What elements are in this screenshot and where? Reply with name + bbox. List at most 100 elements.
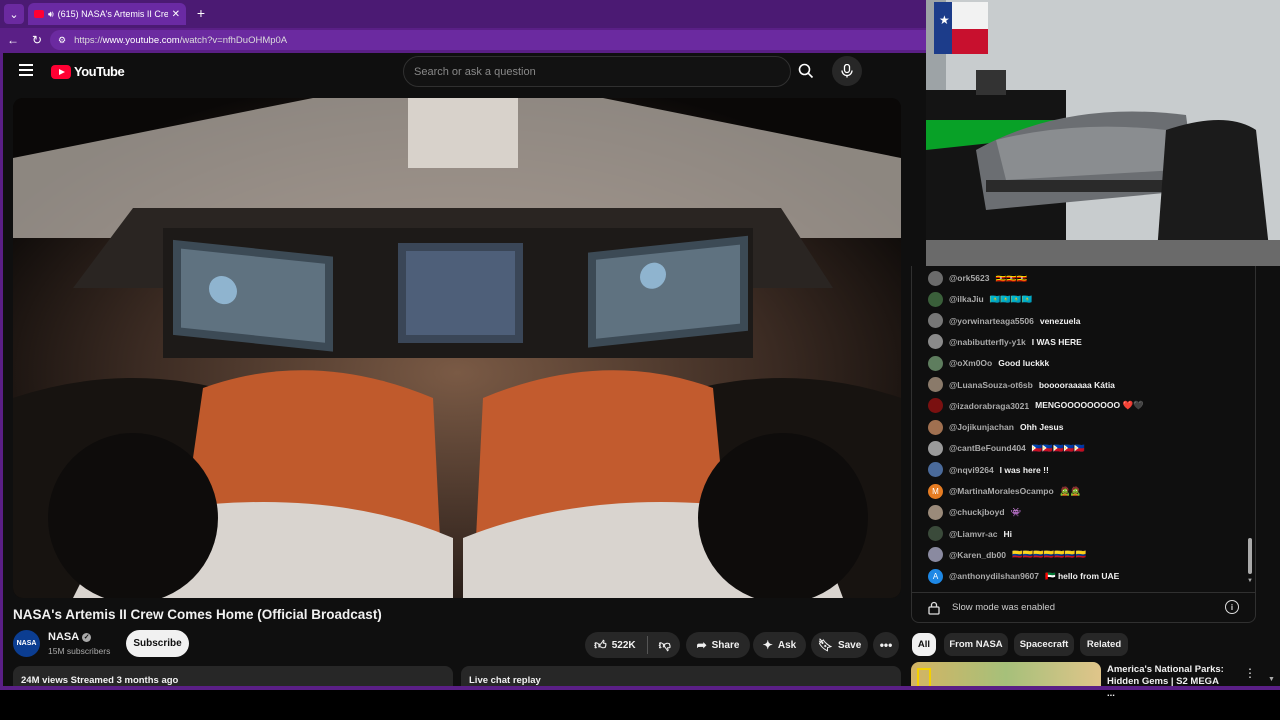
subscribe-button[interactable]: Subscribe bbox=[126, 630, 189, 657]
like-count[interactable]: 522K bbox=[612, 640, 636, 651]
video-player[interactable] bbox=[13, 98, 901, 598]
tab-title: (615) NASA's Artemis II Crew Comes Home … bbox=[57, 9, 168, 19]
site-info-icon[interactable]: ⚙︎ bbox=[58, 35, 66, 46]
chat-message-text: 🇦🇪 hello from UAE bbox=[1045, 570, 1120, 581]
more-actions-button[interactable]: ••• bbox=[873, 632, 899, 658]
chat-message[interactable]: @oXm0Oo Good luckkk bbox=[928, 355, 1049, 371]
chip-from-nasa[interactable]: From NASA bbox=[944, 633, 1008, 656]
chat-message-text: Good luckkk bbox=[998, 358, 1050, 369]
voice-search-button[interactable] bbox=[832, 56, 862, 86]
chat-author-avatar[interactable] bbox=[928, 547, 943, 563]
search-button[interactable] bbox=[793, 58, 819, 84]
hamburger-menu-icon[interactable] bbox=[19, 64, 33, 76]
chat-author-avatar[interactable] bbox=[928, 334, 943, 350]
chat-message[interactable]: @izadorabraga3021 MENGOOOOOOOOO ❤️🖤 bbox=[928, 398, 1144, 414]
microphone-icon bbox=[841, 64, 853, 78]
save-button[interactable]: 🔖︎ Save bbox=[811, 632, 868, 658]
search-input[interactable]: Search or ask a question bbox=[403, 56, 791, 87]
recommended-video-thumbnail[interactable] bbox=[911, 662, 1101, 688]
tab-bar: ⌄ 🔊︎ (615) NASA's Artemis II Crew Comes … bbox=[0, 0, 926, 28]
chat-author-name[interactable]: @Karen_db00 bbox=[949, 550, 1006, 560]
chat-scrollbar[interactable] bbox=[1248, 538, 1252, 574]
chat-author-name[interactable]: @anthonydilshan9607 bbox=[949, 571, 1039, 581]
channel-avatar[interactable]: NASA bbox=[13, 630, 40, 657]
chip-spacecraft[interactable]: Spacecraft bbox=[1014, 633, 1074, 656]
chat-author-avatar[interactable] bbox=[928, 291, 943, 307]
info-icon[interactable]: i bbox=[1225, 600, 1239, 614]
chat-author-avatar[interactable] bbox=[928, 270, 943, 286]
description-box[interactable]: 24M views Streamed 3 months ago bbox=[13, 666, 453, 687]
chat-author-name[interactable]: @Jojikunjachan bbox=[949, 422, 1014, 432]
url-field[interactable]: ⚙︎ https://www.youtube.com/watch?v=nfhDu… bbox=[50, 30, 926, 50]
chat-author-avatar[interactable] bbox=[928, 462, 943, 478]
chat-author-name[interactable]: @oXm0Oo bbox=[949, 358, 992, 368]
chat-author-avatar[interactable] bbox=[928, 398, 943, 414]
share-button[interactable]: ➦ Share bbox=[686, 632, 750, 658]
chip-all[interactable]: All bbox=[912, 633, 936, 656]
youtube-favicon-icon bbox=[34, 10, 44, 18]
tab-close-icon[interactable]: ✕ bbox=[172, 9, 180, 20]
reload-icon[interactable]: ↻ bbox=[28, 31, 46, 49]
chat-message[interactable]: @Jojikunjachan Ohh Jesus bbox=[928, 419, 1063, 435]
live-chat-replay-box[interactable]: Live chat replay bbox=[461, 666, 901, 687]
chat-author-name[interactable]: @cantBeFound404 bbox=[949, 443, 1026, 453]
ask-button[interactable]: ✦ Ask bbox=[753, 632, 806, 658]
bookmark-icon: 🔖︎ bbox=[817, 638, 833, 652]
like-divider bbox=[646, 636, 648, 654]
chat-message[interactable]: @Liamvr-ac Hi bbox=[928, 526, 1012, 542]
channel-name[interactable]: NASA ✓ bbox=[48, 631, 92, 643]
chat-message[interactable]: @Karen_db00 🇨🇴🇨🇴🇨🇴🇨🇴🇨🇴🇨🇴🇨🇴 bbox=[928, 547, 1086, 563]
like-icon[interactable]: 👍︎ bbox=[594, 638, 607, 653]
new-tab-button[interactable]: + bbox=[192, 4, 210, 22]
chat-author-name[interactable]: @ilkaJiu bbox=[949, 294, 984, 304]
sparkle-icon: ✦ bbox=[762, 638, 773, 652]
chat-author-name[interactable]: @LuanaSouza-ot6sb bbox=[949, 380, 1033, 390]
chat-scroll-down-icon[interactable]: ▼ bbox=[1247, 578, 1253, 584]
browser-window: ⌄ 🔊︎ (615) NASA's Artemis II Crew Comes … bbox=[0, 0, 926, 690]
recommended-video-title[interactable]: America's National Parks: Hidden Gems | … bbox=[1107, 664, 1227, 700]
chat-author-avatar[interactable]: M bbox=[928, 483, 943, 499]
chat-author-name[interactable]: @chuckjboyd bbox=[949, 507, 1005, 517]
url-text: https://www.youtube.com/watch?v=nfhDuOHM… bbox=[74, 35, 287, 46]
chat-message[interactable]: @nqvi9264 I was here !! bbox=[928, 462, 1049, 478]
chat-author-avatar[interactable] bbox=[928, 526, 943, 542]
chat-author-name[interactable]: @nabibutterfly-y1k bbox=[949, 337, 1026, 347]
live-chat-replay-label: Live chat replay bbox=[469, 675, 541, 686]
chat-author-name[interactable]: @MartinaMoralesOcampo bbox=[949, 486, 1054, 496]
chat-message-text: 🧟🧟 bbox=[1059, 485, 1081, 496]
chat-message[interactable]: @nabibutterfly-y1k I WAS HERE bbox=[928, 334, 1082, 350]
chat-author-name[interactable]: @yorwinarteaga5506 bbox=[949, 316, 1034, 326]
tab-list-button[interactable]: ⌄ bbox=[4, 4, 24, 24]
browser-tab[interactable]: 🔊︎ (615) NASA's Artemis II Crew Comes Ho… bbox=[28, 3, 186, 25]
chat-message-text: I WAS HERE bbox=[1031, 336, 1082, 347]
chat-message[interactable]: @chuckjboyd 👾 bbox=[928, 504, 1021, 520]
back-arrow-icon[interactable]: ← bbox=[4, 31, 22, 49]
chat-author-name[interactable]: @izadorabraga3021 bbox=[949, 401, 1029, 411]
chip-related[interactable]: Related bbox=[1080, 633, 1128, 656]
chat-message[interactable]: @ilkaJiu 🇰🇿🇰🇿🇰🇿🇰🇿 bbox=[928, 291, 1032, 307]
chat-author-avatar[interactable] bbox=[928, 440, 943, 456]
chat-author-name[interactable]: @nqvi9264 bbox=[949, 465, 994, 475]
chat-author-avatar[interactable] bbox=[928, 419, 943, 435]
dislike-icon[interactable]: 👎︎ bbox=[659, 638, 671, 653]
page-scroll-down-icon[interactable]: ▼ bbox=[1268, 676, 1275, 683]
webcam-overlay: ★ bbox=[926, 0, 1280, 266]
share-icon: ➦ bbox=[696, 638, 707, 652]
chat-message[interactable]: @cantBeFound404 🇵🇭🇵🇭🇵🇭🇵🇭🇵🇭 bbox=[928, 440, 1085, 456]
chat-message[interactable]: M @MartinaMoralesOcampo 🧟🧟 bbox=[928, 483, 1081, 499]
recommended-more-icon[interactable]: ⋮ bbox=[1244, 666, 1256, 680]
chat-message[interactable]: @ork5623 🇺🇬🇺🇬🇺🇬 bbox=[928, 270, 1027, 286]
chat-message[interactable]: @yorwinarteaga5506 venezuela bbox=[928, 313, 1080, 329]
chat-author-avatar[interactable]: A bbox=[928, 568, 943, 584]
chat-message[interactable]: @LuanaSouza-ot6sb booooraaaaa Kátia bbox=[928, 377, 1115, 393]
chat-author-name[interactable]: @Liamvr-ac bbox=[949, 529, 997, 539]
chat-author-name[interactable]: @ork5623 bbox=[949, 273, 989, 283]
chat-author-avatar[interactable] bbox=[928, 355, 943, 371]
webcam-room-image: ★ bbox=[926, 0, 1280, 266]
chat-message[interactable]: A @anthonydilshan9607 🇦🇪 hello from UAE bbox=[928, 568, 1119, 584]
chat-author-avatar[interactable] bbox=[928, 313, 943, 329]
chat-author-avatar[interactable] bbox=[928, 377, 943, 392]
youtube-logo[interactable]: YouTube bbox=[51, 64, 125, 79]
chat-author-avatar[interactable] bbox=[928, 504, 943, 520]
speaker-icon[interactable]: 🔊︎ bbox=[48, 9, 54, 20]
